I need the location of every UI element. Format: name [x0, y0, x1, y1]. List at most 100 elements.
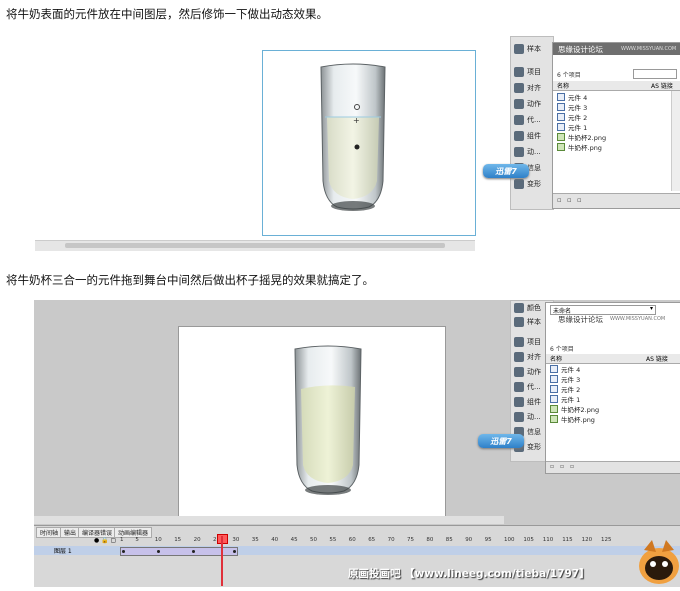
library-item[interactable]: 元件 4	[550, 364, 580, 374]
new-folder-icon[interactable]: ▫	[550, 463, 554, 470]
strip-item-code[interactable]: 代...	[511, 113, 551, 127]
library-scrollbar[interactable]	[671, 91, 680, 191]
library-panel: 思缘设计论坛 WWW.MISSYUAN.COM 6 个项目 名称 AS 链接 元…	[552, 42, 680, 209]
ruler-frame-number: 40	[271, 537, 279, 543]
library-panel: 未命名 ▾ 思缘设计论坛 WWW.MISSYUAN.COM 6 个项目 名称 A…	[545, 302, 680, 474]
flash-screenshot-2: 颜色 样本 项目 对齐 动作 代... 组件 动... 信息 变形 未命名 ▾ …	[34, 300, 680, 587]
ruler-frame-number: 100	[504, 537, 515, 543]
actions-icon	[514, 367, 524, 377]
delete-icon[interactable]: ▫	[577, 196, 582, 204]
motion-icon	[514, 412, 524, 422]
xunlei-float-button[interactable]: 迅雷7	[478, 434, 524, 448]
ruler-frame-number: 85	[445, 537, 453, 543]
milk-glass-with-surface[interactable]: +	[313, 61, 393, 213]
flash-screenshot-1: + 样本 项目 对齐 动作 代... 组件 动... 信息 变形 思缘设计论坛 …	[35, 32, 680, 254]
ruler-frame-number: 105	[523, 537, 534, 543]
align-icon	[514, 352, 524, 362]
keyframe[interactable]	[122, 550, 125, 553]
library-item[interactable]: 元件 3	[557, 102, 587, 112]
code-icon	[514, 115, 524, 125]
ruler-frame-number: 5	[135, 537, 139, 543]
library-toolbar: ▫ ▫ ▫	[546, 461, 680, 473]
library-item[interactable]: 牛奶杯.png	[550, 414, 595, 424]
transform-icon	[514, 179, 524, 189]
project-icon	[514, 337, 524, 347]
watermark: 原画投画吧 【www.lineeg.com/tieba/1797】	[348, 568, 590, 580]
bitmap-icon	[557, 143, 565, 151]
frame-ruler[interactable]: 1510152025303540455055606570758085909510…	[120, 526, 680, 546]
stage-area[interactable]: +	[262, 50, 476, 236]
ruler-frame-number: 65	[368, 537, 376, 543]
panel-icon-strip: 样本 项目 对齐 动作 代... 组件 动... 信息 变形	[510, 36, 554, 210]
symbol-icon	[557, 103, 565, 111]
ruler-frame-number: 15	[174, 537, 182, 543]
library-column-header: 名称 AS 链接	[546, 354, 680, 364]
swatches-icon	[514, 317, 524, 327]
bitmap-icon	[557, 133, 565, 141]
library-item[interactable]: 元件 2	[550, 384, 580, 394]
stage-horizontal-scrollbar[interactable]	[35, 240, 475, 251]
library-toolbar: ▫ ▫ ▫	[553, 193, 680, 208]
ruler-frame-number: 50	[310, 537, 317, 543]
tab-output[interactable]: 输出	[60, 527, 81, 538]
strip-item-motion[interactable]: 动...	[511, 145, 551, 159]
library-item[interactable]: 元件 4	[557, 92, 587, 102]
ruler-frame-number: 110	[542, 537, 554, 543]
project-icon	[514, 67, 524, 77]
tab-timeline[interactable]: 时间轴	[36, 527, 63, 538]
ruler-frame-number: 30	[232, 537, 240, 543]
strip-item-transform[interactable]: 变形	[511, 177, 551, 191]
keyframe[interactable]	[157, 550, 160, 553]
properties-icon[interactable]: ▫	[567, 196, 572, 204]
keyframe[interactable]	[233, 550, 236, 553]
stage-area[interactable]	[178, 326, 446, 518]
properties-icon[interactable]: ▫	[560, 463, 564, 470]
layer-visibility-icons[interactable]: ● 🔒 ▢	[94, 537, 116, 544]
library-item[interactable]: 牛奶杯2.png	[557, 132, 606, 142]
symbol-icon	[550, 385, 558, 393]
library-item[interactable]: 牛奶杯.png	[557, 142, 602, 152]
actions-icon	[514, 99, 524, 109]
strip-item-actions[interactable]: 动作	[511, 97, 551, 111]
milk-glass-combined[interactable]	[287, 343, 369, 497]
step1-caption: 将牛奶表面的元件放在中间图层，然后修饰一下做出动态效果。	[6, 7, 328, 21]
library-item[interactable]: 牛奶杯2.png	[550, 404, 599, 414]
layer-name[interactable]: 图层 1	[54, 546, 72, 555]
symbol-icon	[557, 113, 565, 121]
ruler-frame-number: 95	[484, 537, 492, 543]
code-icon	[514, 382, 524, 392]
new-folder-icon[interactable]: ▫	[557, 196, 562, 204]
motion-icon	[514, 147, 524, 157]
strip-item-swatches[interactable]: 样本	[511, 42, 551, 56]
mascot-logo	[639, 540, 679, 584]
playhead[interactable]	[221, 536, 223, 586]
color-icon	[514, 303, 524, 313]
library-column-header: 名称 AS 链接	[553, 81, 680, 91]
ruler-frame-number: 1	[120, 537, 124, 543]
scrollbar-thumb[interactable]	[65, 243, 445, 248]
xunlei-float-button[interactable]: 迅雷7	[483, 164, 529, 178]
strip-item-project[interactable]: 项目	[511, 65, 551, 79]
ruler-frame-number: 10	[154, 537, 162, 543]
symbol-icon	[557, 93, 565, 101]
library-item[interactable]: 元件 1	[557, 122, 587, 132]
ruler-frame-number: 55	[329, 537, 337, 543]
delete-icon[interactable]: ▫	[570, 463, 574, 470]
library-item[interactable]: 元件 2	[557, 112, 587, 122]
ruler-frame-number: 60	[348, 537, 356, 543]
components-icon	[514, 131, 524, 141]
step2-caption: 将牛奶杯三合一的元件拖到舞台中间然后做出杯子摇晃的效果就搞定了。	[6, 273, 374, 287]
stage-horizontal-scrollbar[interactable]	[34, 516, 504, 524]
library-item[interactable]: 元件 1	[550, 394, 580, 404]
item-count: 6 个项目	[550, 346, 574, 353]
align-icon	[514, 83, 524, 93]
strip-item-align[interactable]: 对齐	[511, 81, 551, 95]
ruler-frame-number: 115	[562, 537, 573, 543]
ruler-frame-number: 120	[581, 537, 593, 543]
keyframe[interactable]	[192, 550, 195, 553]
library-search-input[interactable]	[633, 69, 677, 79]
library-item[interactable]: 元件 3	[550, 374, 580, 384]
ruler-frame-number: 35	[251, 537, 259, 543]
strip-item-components[interactable]: 组件	[511, 129, 551, 143]
symbol-icon	[550, 365, 558, 373]
